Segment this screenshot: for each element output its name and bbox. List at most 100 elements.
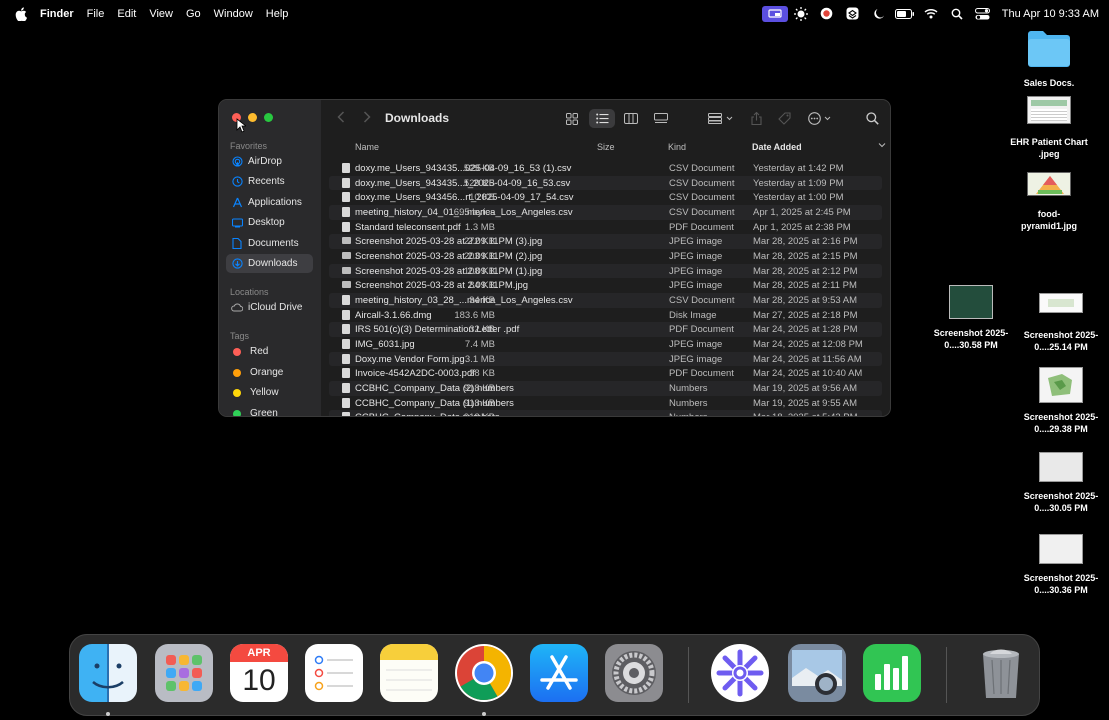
screen-mirroring-icon[interactable]: [761, 4, 788, 24]
column-header-date-added[interactable]: Date Added: [752, 142, 802, 152]
group-by-button[interactable]: [705, 109, 737, 128]
dock-finder-icon[interactable]: [79, 644, 137, 702]
brightness-icon[interactable]: [788, 4, 814, 24]
file-list: doxy.me_Users_943435...025-04-09_16_53 (…: [329, 161, 882, 416]
desktop-item-label: Screenshot 2025-0....30.05 PM: [1023, 491, 1099, 513]
file-row[interactable]: Screenshot 2025-03-28 at 2.09.11PM (1).j…: [329, 263, 882, 279]
list-view-button[interactable]: [589, 109, 615, 128]
more-actions-button[interactable]: [806, 109, 836, 128]
file-row[interactable]: doxy.me_Users_943435...025-04-09_16_53 (…: [329, 161, 882, 176]
file-row[interactable]: Standard teleconsent.pdf 1.3 MB PDF Docume…: [329, 220, 882, 235]
menu-edit[interactable]: Edit: [117, 8, 136, 20]
share-icon: [750, 112, 762, 125]
forward-button[interactable]: [363, 110, 371, 127]
desktop-item-screenshot-3005[interactable]: Screenshot 2025-0....30.05 PM: [1017, 452, 1105, 514]
desktop-item-label: Screenshot 2025-0....30.36 PM: [1023, 573, 1099, 595]
dock-system-settings-icon[interactable]: [605, 644, 663, 702]
sidebar-tag-yellow[interactable]: Yellow: [226, 383, 313, 402]
sidebar-item-applications[interactable]: Applications: [226, 193, 313, 212]
focus-moon-icon[interactable]: [866, 4, 892, 24]
file-row[interactable]: Doxy.me Vendor Form.jpg 3.1 MB JPEG image M…: [329, 351, 882, 367]
desktop-item-screenshot-3036[interactable]: Screenshot 2025-0....30.36 PM: [1017, 534, 1105, 596]
file-row[interactable]: Screenshot 2025-03-28 at 2.09.11PM (2).j…: [329, 249, 882, 264]
menu-help[interactable]: Help: [266, 8, 289, 20]
search-button[interactable]: [863, 109, 881, 128]
file-row[interactable]: Aircall-3.1.66.dmg 183.6 MB Disk Image Mar …: [329, 308, 882, 323]
file-row[interactable]: Screenshot 2025-03-28 at 2.09.11PM.jpg 84…: [329, 278, 882, 293]
search-icon: [865, 112, 879, 125]
file-name: Aircall-3.1.66.dmg: [355, 309, 432, 321]
menu-go[interactable]: Go: [186, 8, 201, 20]
sidebar-item-documents[interactable]: Documents: [226, 234, 313, 253]
sidebar-item-airdrop[interactable]: AirDrop: [226, 152, 313, 171]
minimize-window-button[interactable]: [248, 113, 257, 122]
sidebar-tag-green[interactable]: Green: [226, 404, 313, 416]
sort-chevron-icon[interactable]: [878, 140, 886, 150]
file-kind: CSV Document: [669, 206, 735, 218]
column-header-size[interactable]: Size: [597, 142, 615, 152]
sidebar-tag-orange[interactable]: Orange: [226, 363, 313, 382]
dock-app-store-icon[interactable]: [530, 644, 588, 702]
file-row[interactable]: CCBHC_Company_Data.numbers918 KBNumbersM…: [329, 410, 882, 416]
file-kind: JPEG image: [669, 338, 723, 350]
file-row[interactable]: doxy.me_Users_943435...t_2025-04-09_16_5…: [329, 175, 882, 191]
dock-trash-icon[interactable]: [972, 644, 1030, 702]
dock-numbers-icon[interactable]: [863, 644, 921, 702]
menu-view[interactable]: View: [149, 8, 173, 20]
sidebar-item-downloads[interactable]: Downloads: [226, 254, 313, 273]
file-size: 918 KB: [463, 397, 495, 409]
file-row[interactable]: Invoice-4542A2DC-0003.pdf 28 KB PDF Docume…: [329, 366, 882, 381]
file-row[interactable]: doxy.me_Users_943456...rt_2025-04-09_17_…: [329, 190, 882, 205]
column-view-button[interactable]: [620, 109, 642, 128]
file-date-added: Mar 28, 2025 at 2:11 PM: [753, 280, 857, 292]
desktop-item-sales-docs[interactable]: Sales Docs.: [1012, 28, 1086, 89]
file-row[interactable]: IMG_6031.jpg 7.4 MB JPEG image Mar 24, 2025…: [329, 337, 882, 352]
dock-notes-icon[interactable]: [380, 644, 438, 702]
menubar-clock[interactable]: Thu Apr 10 9:33 AM: [1002, 8, 1099, 20]
desktop-item-food-pyramid[interactable]: food-pyramid1.jpg: [1010, 172, 1088, 232]
file-size: 84 KB: [469, 280, 495, 292]
app-extension-icon[interactable]: [840, 4, 866, 24]
sidebar-item-desktop[interactable]: Desktop: [226, 213, 313, 232]
control-center-icon[interactable]: [970, 4, 996, 24]
menu-file[interactable]: File: [87, 8, 105, 20]
file-row[interactable]: CCBHC_Company_Data (1).numbers 918 KB Numb…: [329, 396, 882, 411]
desktop-item-screenshot-3058[interactable]: Screenshot 2025-0....30.58 PM: [928, 285, 1014, 351]
file-row[interactable]: Screenshot 2025-03-28 at 2.09.11PM (3).j…: [329, 234, 882, 249]
dock-preview-icon[interactable]: [788, 644, 846, 702]
file-row[interactable]: meeting_history_03_28_...merica_Los_Ange…: [329, 292, 882, 308]
icon-view-button[interactable]: [561, 109, 583, 128]
record-icon[interactable]: [814, 4, 840, 24]
sidebar-item-icloud-drive[interactable]: iCloud Drive: [226, 298, 313, 317]
calendar-day: 10: [242, 664, 276, 697]
back-button[interactable]: [337, 110, 345, 127]
menu-window[interactable]: Window: [214, 8, 253, 20]
share-button[interactable]: [747, 109, 765, 128]
desktop-item-screenshot-2514[interactable]: Screenshot 2025-0....25.14 PM: [1017, 293, 1105, 353]
desktop-item-ehr-patient-chart[interactable]: EHR Patient Chart .jpeg: [1008, 96, 1090, 160]
tag-button[interactable]: [775, 109, 793, 128]
column-header-kind[interactable]: Kind: [668, 142, 686, 152]
menu-app-name[interactable]: Finder: [40, 8, 74, 20]
gallery-view-button[interactable]: [650, 109, 672, 128]
dock-calendar-icon[interactable]: APR 10: [230, 644, 288, 702]
file-date-added: Mar 28, 2025 at 9:53 AM: [753, 294, 858, 306]
column-header-name[interactable]: Name: [355, 142, 379, 152]
document-file-icon: [342, 206, 350, 217]
file-row[interactable]: IRS 501(c)(3) Determination Letter .pdf 3…: [329, 322, 882, 337]
zoom-window-button[interactable]: [264, 113, 273, 122]
dock-chrome-icon[interactable]: [455, 644, 513, 702]
battery-icon[interactable]: [892, 4, 918, 24]
tag-dot-icon: [233, 368, 241, 377]
sidebar-item-recents[interactable]: Recents: [226, 172, 313, 191]
dock-launchpad-icon[interactable]: [155, 644, 213, 702]
dock-reminders-icon[interactable]: [305, 644, 363, 702]
file-row[interactable]: CCBHC_Company_Data (2).numbers 918 KB Numb…: [329, 380, 882, 396]
apple-menu-icon[interactable]: [14, 6, 28, 21]
desktop-item-screenshot-2938[interactable]: Screenshot 2025-0....29.38 PM: [1017, 367, 1105, 435]
wifi-icon[interactable]: [918, 4, 944, 24]
dock-perplexity-icon[interactable]: [711, 644, 769, 702]
spotlight-search-icon[interactable]: [944, 4, 970, 24]
file-row[interactable]: meeting_history_04_01_...merica_Los_Ange…: [329, 204, 882, 220]
sidebar-tag-red[interactable]: Red: [226, 342, 313, 361]
